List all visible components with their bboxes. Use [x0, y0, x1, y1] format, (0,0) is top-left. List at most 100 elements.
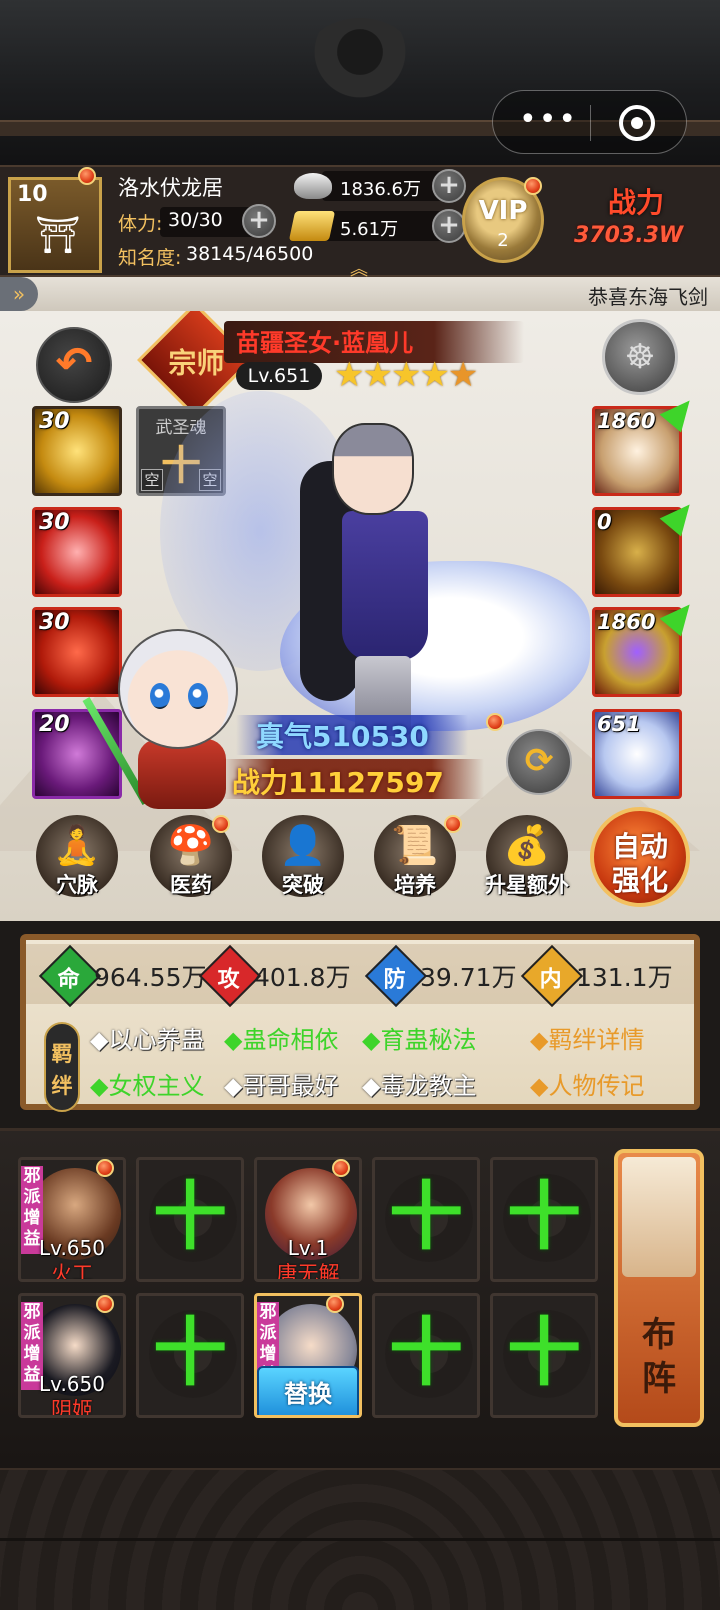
player-avatar[interactable]: 10 ⛩ — [8, 177, 102, 273]
skill-slot-4[interactable]: 20 — [32, 709, 122, 799]
auto-strengthen-line2: 强化 — [611, 864, 668, 897]
divider — [0, 1538, 720, 1541]
replace-button[interactable]: 替换 — [257, 1366, 359, 1415]
add-silver-button[interactable]: + — [432, 169, 466, 203]
lineup-slot-empty[interactable]: 十 — [372, 1157, 480, 1282]
silver-ingot-icon — [294, 173, 332, 199]
chibi-guide — [118, 629, 238, 749]
close-miniapp-icon[interactable] — [619, 105, 655, 141]
slot-hero-name: 阴姬 — [51, 1398, 93, 1418]
bond-tag: 羁 绊 — [44, 1022, 80, 1112]
stat-row: 命 964.55万 攻 401.8万 防 39.71万 内 131.1万 — [26, 944, 694, 1008]
miniapp-capsule: ••• — [492, 90, 687, 154]
equip-value: 1860 — [597, 409, 656, 433]
swap-hero-button[interactable]: ⟳ — [506, 729, 572, 795]
vip-notification-dot — [524, 177, 542, 195]
scholar-icon: 👤 — [279, 823, 327, 867]
attack-icon: 攻 — [198, 944, 262, 1008]
defense-icon: 防 — [364, 944, 428, 1008]
meditate-icon[interactable]: ☸ — [602, 319, 678, 395]
bond-details-link[interactable]: ◆羁绊详情 — [530, 1020, 644, 1055]
back-button[interactable]: ↶ — [36, 327, 112, 403]
capsule-divider — [590, 105, 591, 141]
bond-item: ◆以心养蛊 — [90, 1026, 205, 1054]
hero-level: Lv.651 — [236, 362, 322, 390]
vip-level: 2 — [497, 230, 509, 251]
medicine-label: 医药 — [170, 873, 212, 897]
health-icon: 命 — [38, 944, 102, 1008]
pagoda-icon: ⛩ — [35, 215, 81, 256]
fame-value: 38145/46500 — [186, 243, 314, 265]
lineup-slot-empty[interactable]: 十 — [490, 1293, 598, 1418]
lineup-slot[interactable]: 邪派增益 Lv.650 火工 — [18, 1157, 126, 1282]
chibi-body — [138, 739, 226, 809]
cultivate-notification-dot — [444, 815, 462, 833]
stamina-value: 30/30 — [168, 209, 223, 231]
breakthrough-label: 突破 — [282, 873, 324, 897]
lineup-slot-empty[interactable]: 十 — [136, 1157, 244, 1282]
player-name: 洛水伏龙居 — [118, 176, 223, 200]
meridian-icon: 🧘 — [53, 823, 101, 867]
formation-label-1: 布 — [642, 1315, 676, 1355]
add-gold-button[interactable]: + — [432, 209, 466, 243]
roof-ornament — [305, 18, 415, 103]
stamina-label: 体力: — [118, 213, 163, 235]
lineup-slot-current[interactable]: 邪派增益 替换 — [254, 1293, 362, 1418]
player-level: 10 — [17, 182, 48, 207]
gold-value: 5.61万 — [340, 219, 399, 240]
vip-label: VIP — [478, 196, 528, 226]
inner-value: 131.1万 — [576, 963, 673, 992]
skill-slot-2[interactable]: 30 — [32, 507, 122, 597]
lineup-slot-empty[interactable]: 十 — [372, 1293, 480, 1418]
meridian-button[interactable]: 🧘 穴脉 — [36, 815, 118, 897]
auto-strengthen-button[interactable]: 自动 强化 — [590, 807, 690, 907]
lineup-slot[interactable]: 邪派增益 Lv.650 阴姬 — [18, 1293, 126, 1418]
skill-level: 30 — [39, 510, 70, 535]
formation-art — [622, 1157, 696, 1277]
bottom-decor — [0, 1468, 720, 1610]
silver-value: 1836.6万 — [340, 179, 421, 200]
chibi-eye — [150, 683, 170, 709]
star-up-extra-label: 升星额外 — [485, 873, 569, 897]
attack-icon-text: 攻 — [217, 967, 240, 993]
hero-power-value: 战力11127597 — [232, 766, 444, 799]
defense-icon-text: 防 — [383, 967, 406, 993]
add-hero-icon: 十 — [153, 1174, 227, 1260]
inner-icon: 内 — [520, 944, 584, 1008]
skill-slot-3[interactable]: 30 — [32, 607, 122, 697]
lineup-panel: 邪派增益 Lv.650 火工 十 Lv.1 唐无解 十 十 邪派增益 Lv.65… — [0, 1128, 720, 1468]
lineup-slot-empty[interactable]: 十 — [136, 1293, 244, 1418]
chibi-eye — [188, 683, 208, 709]
star-up-extra-button[interactable]: 💰 升星额外 — [485, 815, 569, 897]
skill-slot-1[interactable]: 30 — [32, 406, 122, 496]
inner-icon-text: 内 — [539, 967, 562, 993]
slot-level: Lv.650 — [39, 1372, 105, 1396]
slot-notification-dot — [96, 1295, 114, 1313]
biography-link[interactable]: ◆人物传记 — [530, 1066, 644, 1101]
true-qi-value: 真气510530 — [256, 720, 429, 753]
empty-left: 空 — [141, 469, 163, 491]
equip-slot-4[interactable]: 651 — [592, 709, 682, 799]
add-hero-icon: 十 — [389, 1310, 463, 1396]
cultivate-label: 培养 — [394, 873, 436, 897]
add-hero-icon: 十 — [389, 1174, 463, 1260]
slot-level: Lv.650 — [39, 1236, 105, 1260]
formation-button[interactable]: 布 阵 — [614, 1149, 704, 1427]
hero-head — [332, 423, 414, 515]
total-power-label: 战力 — [608, 186, 665, 219]
notification-dot — [78, 167, 96, 185]
skill-level: 30 — [39, 610, 70, 635]
equip-value: 651 — [597, 712, 641, 736]
lineup-slot[interactable]: Lv.1 唐无解 — [254, 1157, 362, 1282]
ticker-arrow-icon[interactable]: » — [0, 277, 38, 311]
add-hero-icon: 十 — [507, 1310, 581, 1396]
add-stamina-button[interactable]: + — [242, 204, 276, 238]
equip-value: 1860 — [597, 610, 656, 634]
bond-item: ◆女权主义 — [90, 1072, 205, 1100]
slot-notification-dot — [326, 1295, 344, 1313]
lineup-slot-empty[interactable]: 十 — [490, 1157, 598, 1282]
breakthrough-button[interactable]: 👤 突破 — [262, 815, 344, 897]
qi-notification-dot — [486, 713, 504, 731]
star-rating: ★★★★★ — [334, 355, 478, 395]
more-icon[interactable]: ••• — [519, 105, 578, 135]
